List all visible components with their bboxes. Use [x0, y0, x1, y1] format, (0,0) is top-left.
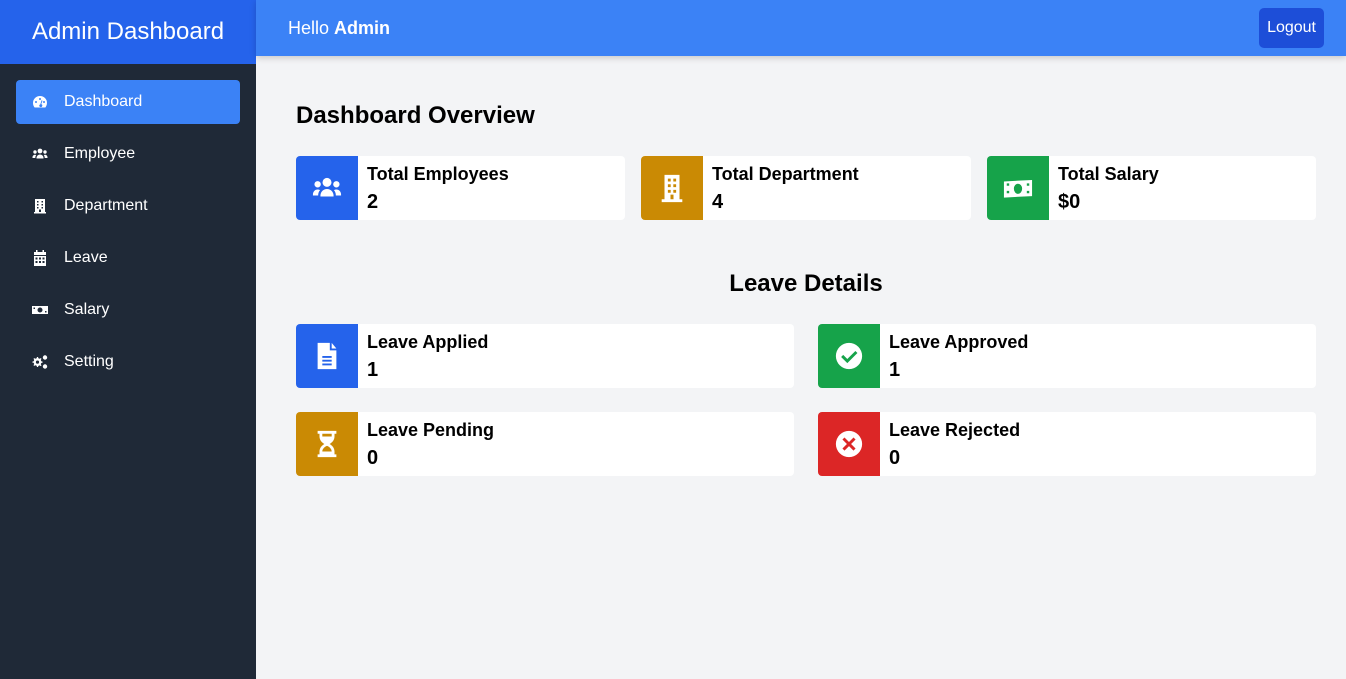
sidebar: Admin Dashboard Dashboard Employee Depar…	[0, 0, 256, 679]
card-label: Leave Pending	[367, 420, 495, 440]
building-icon	[641, 156, 703, 220]
card-total-employees: Total Employees 2	[296, 156, 625, 220]
card-value: 4	[712, 191, 724, 213]
logout-button[interactable]: Logout	[1259, 8, 1324, 48]
card-label: Leave Applied	[367, 332, 489, 352]
sidebar-item-label: Setting	[64, 353, 114, 370]
money-bill-icon	[987, 156, 1049, 220]
brand-title: Admin Dashboard	[0, 0, 256, 64]
card-leave-rejected: Leave Rejected 0	[818, 412, 1316, 476]
sidebar-item-employee[interactable]: Employee	[16, 132, 240, 176]
users-icon	[32, 146, 48, 162]
overview-title: Dashboard Overview	[296, 102, 535, 129]
sidebar-item-label: Dashboard	[64, 93, 143, 110]
card-label: Leave Rejected	[889, 420, 1021, 440]
sidebar-item-dashboard[interactable]: Dashboard	[16, 80, 240, 124]
card-value: 0	[367, 447, 379, 469]
circle-xmark-icon	[818, 412, 880, 476]
card-leave-applied: Leave Applied 1	[296, 324, 794, 388]
user-name: Admin	[334, 17, 391, 38]
topbar: Hello Admin Logout	[256, 0, 1346, 56]
sidebar-item-label: Department	[64, 197, 148, 214]
card-leave-approved: Leave Approved 1	[818, 324, 1316, 388]
sidebar-item-label: Salary	[64, 301, 110, 318]
card-total-department: Total Department 4	[641, 156, 971, 220]
building-icon	[32, 198, 48, 214]
cogs-icon	[32, 354, 48, 370]
card-value: 1	[367, 359, 379, 381]
card-total-salary: Total Salary $0	[987, 156, 1316, 220]
circle-check-icon	[818, 324, 880, 388]
leave-details-title: Leave Details	[729, 270, 883, 297]
card-label: Total Employees	[367, 164, 509, 184]
card-value: 0	[889, 447, 901, 469]
sidebar-item-setting[interactable]: Setting	[16, 340, 240, 384]
users-icon	[296, 156, 358, 220]
card-label: Total Salary	[1058, 164, 1159, 184]
card-value: 1	[889, 359, 901, 381]
sidebar-item-leave[interactable]: Leave	[16, 236, 240, 280]
card-label: Leave Approved	[889, 332, 1029, 352]
gauge-icon	[32, 94, 48, 110]
sidebar-nav: Dashboard Employee Department Leave Sala…	[0, 64, 256, 408]
greeting-text: Hello	[288, 17, 330, 38]
card-leave-pending: Leave Pending 0	[296, 412, 794, 476]
card-value: $0	[1058, 191, 1081, 213]
sidebar-item-salary[interactable]: Salary	[16, 288, 240, 332]
calendar-icon	[32, 250, 48, 266]
hourglass-icon	[296, 412, 358, 476]
file-lines-icon	[296, 324, 358, 388]
sidebar-item-label: Employee	[64, 145, 136, 162]
card-value: 2	[367, 191, 379, 213]
money-bill-icon	[32, 302, 48, 318]
card-label: Total Department	[712, 164, 859, 184]
sidebar-item-label: Leave	[64, 249, 108, 266]
sidebar-item-department[interactable]: Department	[16, 184, 240, 228]
greeting: Hello Admin	[288, 18, 390, 39]
